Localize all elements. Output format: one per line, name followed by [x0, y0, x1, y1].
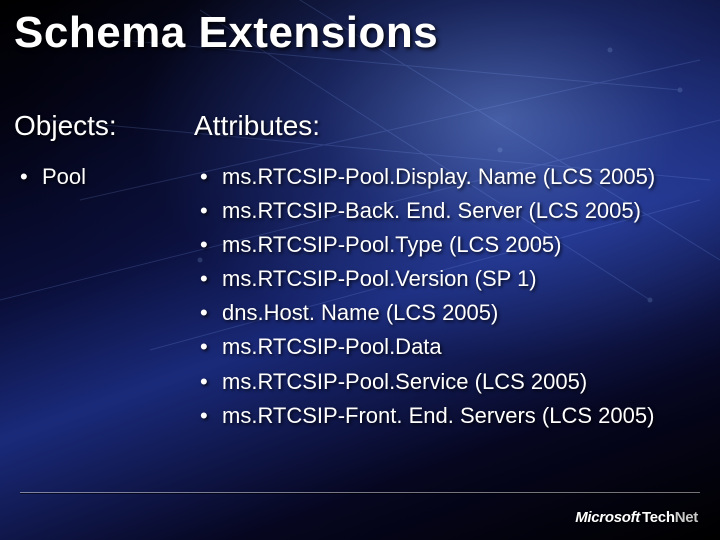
technet-wordmark: TechNet — [642, 509, 698, 526]
list-item: ms.RTCSIP-Front. End. Servers (LCS 2005) — [194, 399, 700, 433]
list-item: ms.RTCSIP-Back. End. Server (LCS 2005) — [194, 194, 700, 228]
list-item: ms.RTCSIP-Pool.Version (SP 1) — [194, 262, 700, 296]
attributes-column: Attributes: ms.RTCSIP-Pool.Display. Name… — [194, 110, 700, 433]
list-item: ms.RTCSIP-Pool.Data — [194, 330, 700, 364]
microsoft-technet-logo: Microsoft TechNet — [575, 509, 698, 526]
attributes-heading: Attributes: — [194, 110, 700, 142]
list-item: Pool — [14, 160, 194, 194]
list-item: dns.Host. Name (LCS 2005) — [194, 296, 700, 330]
divider-line — [20, 492, 700, 494]
attributes-list: ms.RTCSIP-Pool.Display. Name (LCS 2005) … — [194, 160, 700, 433]
list-item: ms.RTCSIP-Pool.Type (LCS 2005) — [194, 228, 700, 262]
objects-list: Pool — [14, 160, 194, 194]
slide-body: Objects: Pool Attributes: ms.RTCSIP-Pool… — [14, 110, 700, 433]
objects-column: Objects: Pool — [14, 110, 194, 433]
slide-title: Schema Extensions — [14, 8, 438, 58]
slide: Schema Extensions Objects: Pool Attribut… — [0, 0, 720, 540]
list-item: ms.RTCSIP-Pool.Service (LCS 2005) — [194, 365, 700, 399]
objects-heading: Objects: — [14, 110, 194, 142]
list-item: ms.RTCSIP-Pool.Display. Name (LCS 2005) — [194, 160, 700, 194]
microsoft-wordmark: Microsoft — [575, 509, 640, 526]
